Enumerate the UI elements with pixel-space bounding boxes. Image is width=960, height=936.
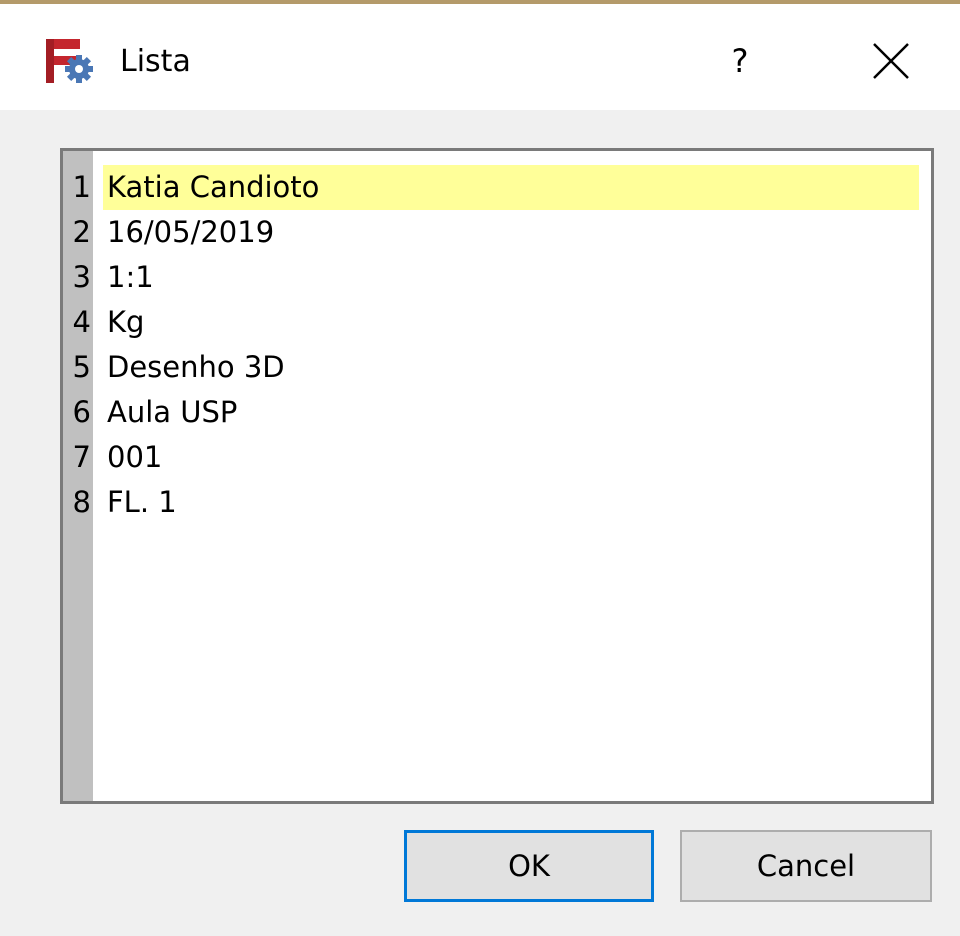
title-bar[interactable]: Lista ?	[0, 4, 960, 110]
list-item-number: 4	[72, 305, 91, 339]
list-item-number: 8	[72, 485, 91, 519]
list-item-number: 2	[72, 215, 91, 249]
list-item-value: 16/05/2019	[107, 215, 275, 249]
list-item-number: 7	[72, 440, 91, 474]
list-item-value: FL. 1	[107, 485, 177, 519]
list-rows: 1 Katia Candioto 2 16/05/2019 3 1:1 4 Kg…	[63, 165, 931, 525]
dialog-window: Lista ? 1 Katia Candioto 2 16/05/2019 3 …	[0, 0, 960, 936]
list-item-value: 001	[107, 440, 163, 474]
list-item[interactable]: 3 1:1	[63, 255, 931, 300]
list-item-value: Katia Candioto	[103, 165, 919, 210]
list-item[interactable]: 6 Aula USP	[63, 390, 931, 435]
window-title: Lista	[120, 44, 191, 79]
list-item[interactable]: 5 Desenho 3D	[63, 345, 931, 390]
list-item[interactable]: 2 16/05/2019	[63, 210, 931, 255]
list-item-value: Aula USP	[107, 395, 238, 429]
list-box[interactable]: 1 Katia Candioto 2 16/05/2019 3 1:1 4 Kg…	[60, 148, 934, 804]
list-item[interactable]: 7 001	[63, 435, 931, 480]
list-item-number: 5	[72, 350, 91, 384]
cancel-button[interactable]: Cancel	[680, 830, 932, 902]
list-item-value: 1:1	[107, 260, 154, 294]
list-item[interactable]: 1 Katia Candioto	[63, 165, 931, 210]
help-button[interactable]: ?	[718, 36, 762, 86]
list-item[interactable]: 4 Kg	[63, 300, 931, 345]
close-icon[interactable]	[864, 34, 918, 88]
ok-button[interactable]: OK	[404, 830, 654, 902]
freecad-gear-icon	[46, 39, 94, 83]
list-item-value: Desenho 3D	[107, 350, 285, 384]
list-item-number: 1	[72, 170, 91, 204]
list-item-number: 3	[72, 260, 91, 294]
list-item-value: Kg	[107, 305, 145, 339]
list-item[interactable]: 8 FL. 1	[63, 480, 931, 525]
list-item-number: 6	[72, 395, 91, 429]
